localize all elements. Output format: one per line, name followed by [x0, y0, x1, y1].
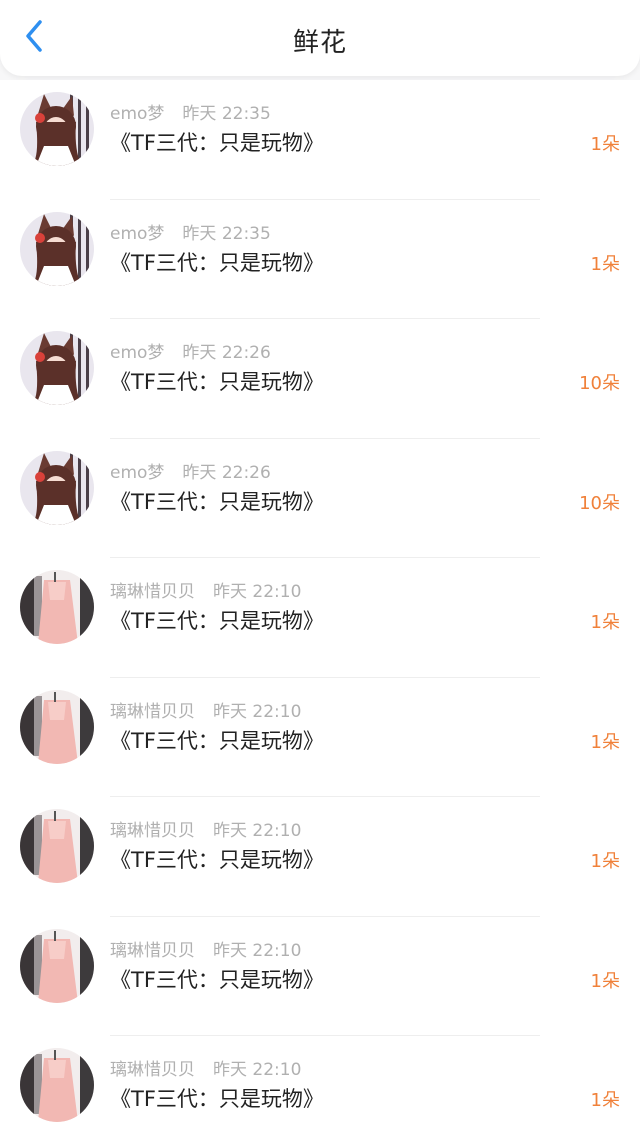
avatar[interactable]	[20, 331, 94, 405]
book-title[interactable]: 《TF三代：只是玩物》	[110, 1083, 324, 1113]
username[interactable]: emo梦	[110, 463, 164, 483]
list-item[interactable]: emo梦 昨天 22:26 《TF三代：只是玩物》 10朵	[0, 438, 640, 558]
list-item[interactable]: 璃琳惜贝贝 昨天 22:10 《TF三代：只是玩物》 1朵	[0, 677, 640, 797]
flower-count: 1朵	[590, 612, 620, 633]
username[interactable]: 璃琳惜贝贝	[110, 821, 195, 841]
timestamp: 昨天 22:26	[182, 462, 271, 483]
username[interactable]: 璃琳惜贝贝	[110, 702, 195, 722]
flower-count: 10朵	[579, 373, 620, 394]
list-item[interactable]: 璃琳惜贝贝 昨天 22:10 《TF三代：只是玩物》 1朵	[0, 1036, 640, 1144]
book-title[interactable]: 《TF三代：只是玩物》	[110, 366, 324, 396]
book-title[interactable]: 《TF三代：只是玩物》	[110, 605, 324, 635]
flower-count: 1朵	[590, 731, 620, 753]
item-meta: emo梦 昨天 22:26	[110, 458, 271, 483]
timestamp: 昨天 22:10	[213, 821, 302, 841]
timestamp: 昨天 22:35	[182, 223, 271, 244]
item-meta: emo梦 昨天 22:35	[110, 219, 271, 244]
username[interactable]: 璃琳惜贝贝	[110, 1060, 195, 1080]
timestamp: 昨天 22:10	[213, 701, 302, 722]
item-meta: emo梦 昨天 22:35	[110, 99, 271, 124]
avatar[interactable]	[20, 809, 94, 883]
avatar[interactable]	[20, 211, 94, 286]
page-title: 鲜花	[292, 28, 347, 58]
flower-count: 1朵	[590, 1090, 620, 1111]
list-item[interactable]: emo梦 昨天 22:35 《TF三代：只是玩物》 1朵	[0, 199, 640, 319]
timestamp: 昨天 22:10	[213, 582, 302, 602]
header-bar: 鲜花	[0, 0, 640, 76]
username[interactable]: emo梦	[110, 104, 164, 124]
book-title[interactable]: 《TF三代：只是玩物》	[110, 844, 324, 874]
avatar[interactable]	[20, 92, 94, 166]
book-title[interactable]: 《TF三代：只是玩物》	[110, 725, 324, 755]
avatar[interactable]	[20, 928, 94, 1003]
item-meta: 璃琳惜贝贝 昨天 22:10	[110, 577, 301, 602]
flower-count: 1朵	[590, 134, 620, 155]
item-meta: 璃琳惜贝贝 昨天 22:10	[110, 1055, 301, 1080]
username[interactable]: emo梦	[110, 224, 164, 244]
timestamp: 昨天 22:10	[213, 940, 302, 961]
book-title[interactable]: 《TF三代：只是玩物》	[110, 127, 324, 157]
book-title[interactable]: 《TF三代：只是玩物》	[110, 486, 324, 516]
username[interactable]: emo梦	[110, 343, 164, 363]
app-screen: 鲜花 emo梦 昨天 22:35 《TF三代：只是玩物》 1朵 emo梦 昨天 …	[0, 0, 640, 1144]
timestamp: 昨天 22:26	[182, 343, 271, 363]
flower-count: 1朵	[590, 851, 620, 872]
list-item[interactable]: emo梦 昨天 22:35 《TF三代：只是玩物》 1朵	[0, 80, 640, 200]
list-item[interactable]: 璃琳惜贝贝 昨天 22:10 《TF三代：只是玩物》 1朵	[0, 558, 640, 678]
avatar[interactable]	[20, 450, 94, 525]
username[interactable]: 璃琳惜贝贝	[110, 941, 195, 961]
avatar[interactable]	[20, 689, 94, 764]
item-meta: emo梦 昨天 22:26	[110, 338, 271, 363]
timestamp: 昨天 22:35	[182, 104, 271, 124]
item-meta: 璃琳惜贝贝 昨天 22:10	[110, 697, 301, 722]
item-meta: 璃琳惜贝贝 昨天 22:10	[110, 936, 301, 961]
book-title[interactable]: 《TF三代：只是玩物》	[110, 247, 324, 277]
list-item[interactable]: emo梦 昨天 22:26 《TF三代：只是玩物》 10朵	[0, 319, 640, 439]
item-meta: 璃琳惜贝贝 昨天 22:10	[110, 816, 301, 841]
list-item[interactable]: 璃琳惜贝贝 昨天 22:10 《TF三代：只是玩物》 1朵	[0, 797, 640, 917]
book-title[interactable]: 《TF三代：只是玩物》	[110, 964, 324, 994]
flower-count: 1朵	[590, 253, 620, 275]
avatar[interactable]	[20, 1048, 94, 1122]
username[interactable]: 璃琳惜贝贝	[110, 582, 195, 602]
flower-list: emo梦 昨天 22:35 《TF三代：只是玩物》 1朵 emo梦 昨天 22:…	[0, 80, 640, 1144]
flower-count: 1朵	[590, 970, 620, 992]
avatar[interactable]	[20, 570, 94, 644]
flower-count: 10朵	[579, 492, 620, 514]
timestamp: 昨天 22:10	[213, 1060, 302, 1080]
list-item[interactable]: 璃琳惜贝贝 昨天 22:10 《TF三代：只是玩物》 1朵	[0, 916, 640, 1036]
